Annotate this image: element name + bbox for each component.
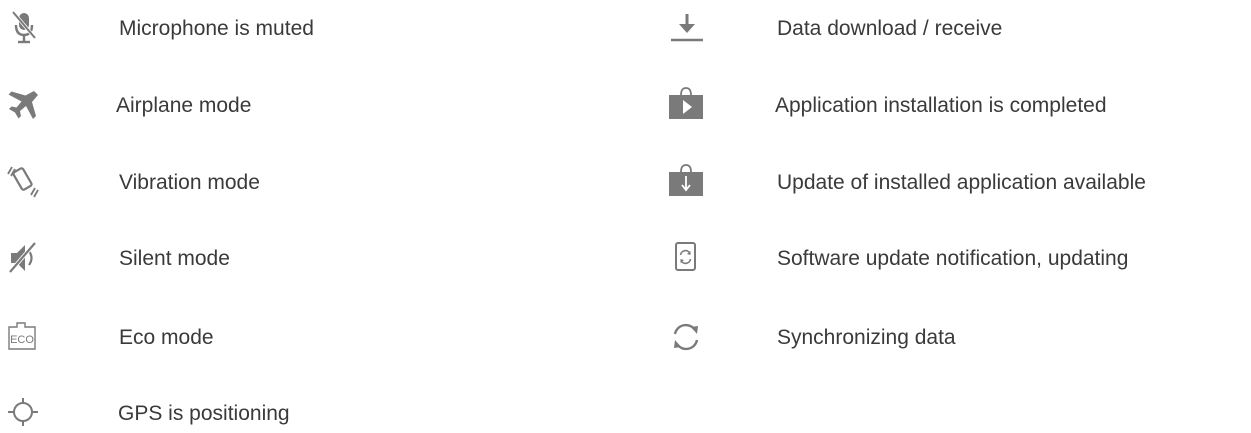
list-item-update-available: Update of installed application availabl… (640, 162, 1251, 202)
eco-icon: ECO (3, 317, 43, 357)
store-update-icon (666, 162, 706, 202)
vibration-icon (4, 162, 44, 202)
silent-mode-icon (4, 238, 44, 278)
list-item-install-completed: Application installation is completed (640, 85, 1251, 125)
list-item-eco-mode: ECO Eco mode (0, 317, 620, 357)
list-item-silent-mode: Silent mode (0, 238, 620, 278)
item-label: Vibration mode (119, 171, 260, 194)
list-item-sync: Synchronizing data (640, 317, 1251, 357)
list-item-gps: GPS is positioning (0, 393, 620, 433)
item-label: Silent mode (119, 247, 230, 270)
list-item-software-update: Software update notification, updating (640, 238, 1251, 278)
list-item-airplane-mode: Airplane mode (0, 85, 620, 125)
item-label: Eco mode (119, 326, 214, 349)
item-label: Update of installed application availabl… (777, 171, 1146, 194)
list-item-vibration-mode: Vibration mode (0, 162, 620, 202)
gps-icon (4, 393, 44, 433)
item-label: GPS is positioning (118, 402, 290, 425)
download-icon (667, 8, 707, 48)
play-store-install-icon (666, 85, 706, 125)
item-label: Application installation is completed (775, 94, 1107, 117)
software-update-icon (667, 238, 707, 278)
list-item-download: Data download / receive (640, 8, 1251, 48)
item-label: Synchronizing data (777, 326, 956, 349)
sync-icon (666, 317, 706, 357)
airplane-icon (3, 85, 43, 125)
list-item-microphone-muted: Microphone is muted (0, 8, 620, 48)
item-label: Software update notification, updating (777, 247, 1129, 270)
item-label: Microphone is muted (119, 17, 314, 40)
item-label: Airplane mode (116, 94, 252, 117)
svg-text:ECO: ECO (10, 334, 34, 346)
microphone-muted-icon (5, 8, 45, 48)
item-label: Data download / receive (777, 17, 1003, 40)
